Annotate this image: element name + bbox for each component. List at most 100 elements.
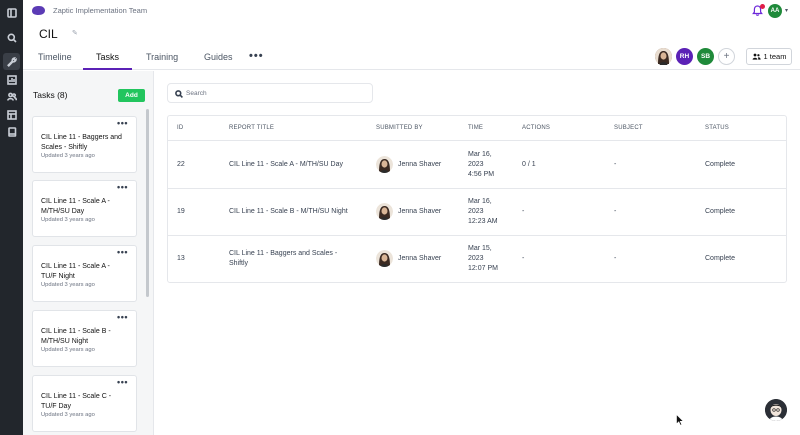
wrench-icon[interactable] bbox=[3, 53, 20, 70]
report-time-year: 2023 bbox=[468, 255, 484, 262]
tab-guides[interactable]: Guides bbox=[204, 52, 233, 70]
column-header[interactable]: TIME bbox=[468, 125, 483, 131]
task-updated: Updated 3 years ago bbox=[41, 153, 95, 159]
column-header[interactable]: STATUS bbox=[705, 125, 729, 131]
task-updated: Updated 3 years ago bbox=[41, 282, 95, 288]
top-bar: Zaptic Implementation Team AA ▾ bbox=[23, 0, 800, 22]
page-title: CIL bbox=[39, 27, 58, 41]
chart-icon[interactable] bbox=[5, 73, 18, 86]
search-icon[interactable] bbox=[5, 31, 18, 44]
report-subject: - bbox=[614, 161, 617, 168]
sidebar-toggle-icon[interactable] bbox=[5, 6, 18, 19]
submitter-avatar bbox=[376, 203, 393, 220]
task-updated: Updated 3 years ago bbox=[41, 217, 95, 223]
column-header[interactable]: ID bbox=[177, 125, 183, 131]
task-name: CIL Line 11 - Scale A - TU/F Night bbox=[41, 263, 110, 280]
more-options-icon[interactable]: ••• bbox=[117, 118, 128, 128]
notification-badge bbox=[760, 4, 765, 9]
report-actions: 0 / 1 bbox=[522, 161, 536, 168]
team-button[interactable]: 1 team bbox=[746, 48, 792, 65]
task-card[interactable]: ••• CIL Line 11 - Scale A - M/TH/SU Day … bbox=[32, 180, 137, 237]
report-title[interactable]: CIL Line 11 - Scale B - M/TH/SU Night bbox=[229, 207, 364, 217]
org-logo-icon[interactable] bbox=[31, 5, 46, 16]
task-name: CIL Line 11 - Scale B - M/TH/SU Night bbox=[41, 328, 111, 345]
more-options-icon[interactable]: ••• bbox=[117, 377, 128, 387]
more-options-icon[interactable]: ••• bbox=[117, 182, 128, 192]
report-title[interactable]: CIL Line 11 - Baggers and Scales - Shift… bbox=[229, 249, 354, 269]
table-row[interactable]: 19 CIL Line 11 - Scale B - M/TH/SU Night… bbox=[168, 189, 786, 236]
search-icon bbox=[175, 90, 183, 98]
user-avatar[interactable]: AA bbox=[768, 4, 782, 18]
column-header[interactable]: ACTIONS bbox=[522, 125, 550, 131]
add-task-button[interactable]: Add bbox=[118, 89, 145, 102]
report-id: 22 bbox=[177, 161, 185, 168]
team-button-label: 1 team bbox=[763, 52, 787, 61]
table-icon[interactable] bbox=[5, 108, 18, 121]
more-tabs-icon[interactable]: ••• bbox=[249, 50, 264, 62]
edit-pencil-icon[interactable]: ✎ bbox=[72, 29, 78, 37]
report-id: 13 bbox=[177, 255, 185, 262]
team-member-avatar[interactable]: RH bbox=[676, 48, 693, 65]
column-header[interactable]: REPORT TITLE bbox=[229, 125, 274, 131]
mouse-cursor-icon bbox=[676, 414, 684, 426]
team-member-avatar[interactable] bbox=[655, 48, 672, 65]
report-id: 19 bbox=[177, 208, 185, 215]
task-card[interactable]: ••• CIL Line 11 - Scale B - M/TH/SU Nigh… bbox=[32, 310, 137, 367]
team-icon bbox=[752, 53, 761, 60]
submitter-name: Jenna Shaver bbox=[398, 255, 442, 262]
task-updated: Updated 3 years ago bbox=[41, 412, 95, 418]
report-title[interactable]: CIL Line 11 - Scale A - M/TH/SU Day bbox=[229, 160, 364, 170]
more-options-icon[interactable]: ••• bbox=[117, 312, 128, 322]
report-time-clock: 12:07 PM bbox=[468, 265, 498, 272]
submitter-name: Jenna Shaver bbox=[398, 208, 442, 215]
submitter-avatar bbox=[376, 156, 393, 173]
task-name: CIL Line 11 - Scale A - M/TH/SU Day bbox=[41, 198, 110, 215]
tab-timeline[interactable]: Timeline bbox=[38, 52, 72, 70]
report-actions: - bbox=[522, 208, 525, 215]
report-subject: - bbox=[614, 208, 617, 215]
support-agent-icon bbox=[765, 399, 787, 421]
report-time-year: 2023 bbox=[468, 208, 484, 215]
report-time-date: Mar 15, bbox=[468, 245, 492, 252]
add-member-button[interactable]: + bbox=[718, 48, 735, 65]
tasks-scrollbar[interactable] bbox=[146, 109, 149, 297]
task-card[interactable]: ••• CIL Line 11 - Scale A - TU/F Night U… bbox=[32, 245, 137, 302]
org-name[interactable]: Zaptic Implementation Team bbox=[53, 6, 147, 15]
more-options-icon[interactable]: ••• bbox=[117, 247, 128, 257]
report-time-clock: 12:23 AM bbox=[468, 218, 498, 225]
report-time-date: Mar 16, bbox=[468, 198, 492, 205]
status-text: Complete bbox=[705, 208, 735, 215]
book-icon[interactable] bbox=[5, 125, 18, 138]
chevron-down-icon[interactable]: ▾ bbox=[785, 7, 788, 14]
task-card[interactable]: ••• CIL Line 11 - Scale C - TU/F Day Upd… bbox=[32, 375, 137, 432]
task-updated: Updated 3 years ago bbox=[41, 347, 95, 353]
task-card[interactable]: ••• CIL Line 11 - Baggers and Scales - S… bbox=[32, 116, 137, 173]
search-box[interactable] bbox=[167, 83, 373, 103]
tasks-title: Tasks (8) bbox=[33, 90, 68, 100]
column-header[interactable]: SUBMITTED BY bbox=[376, 125, 423, 131]
submitter-name: Jenna Shaver bbox=[398, 161, 442, 168]
support-chat-button[interactable] bbox=[765, 399, 787, 421]
task-name: CIL Line 11 - Scale C - TU/F Day bbox=[41, 393, 112, 410]
users-icon[interactable] bbox=[5, 90, 18, 103]
status-text: Complete bbox=[705, 161, 735, 168]
report-time-year: 2023 bbox=[468, 161, 484, 168]
report-subject: - bbox=[614, 255, 617, 262]
table-header: ID REPORT TITLE SUBMITTED BY TIME ACTION… bbox=[168, 116, 786, 141]
tasks-panel: Tasks (8) Add ••• CIL Line 11 - Baggers … bbox=[23, 71, 154, 435]
table-row[interactable]: 13 CIL Line 11 - Baggers and Scales - Sh… bbox=[168, 236, 786, 283]
report-time-clock: 4:56 PM bbox=[468, 171, 495, 178]
task-name: CIL Line 11 - Baggers and Scales - Shift… bbox=[41, 134, 122, 151]
tab-tasks[interactable]: Tasks bbox=[83, 52, 132, 70]
app-rail bbox=[0, 0, 23, 435]
report-time-date: Mar 16, bbox=[468, 151, 492, 158]
search-input[interactable] bbox=[186, 87, 366, 100]
team-member-avatar[interactable]: SB bbox=[697, 48, 714, 65]
reports-table: ID REPORT TITLE SUBMITTED BY TIME ACTION… bbox=[167, 115, 787, 283]
status-text: Complete bbox=[705, 255, 735, 262]
column-header[interactable]: SUBJECT bbox=[614, 125, 643, 131]
table-row[interactable]: 22 CIL Line 11 - Scale A - M/TH/SU Day J… bbox=[168, 142, 786, 189]
submitter-avatar bbox=[376, 250, 393, 267]
tab-training[interactable]: Training bbox=[146, 52, 178, 70]
report-actions: - bbox=[522, 255, 525, 262]
